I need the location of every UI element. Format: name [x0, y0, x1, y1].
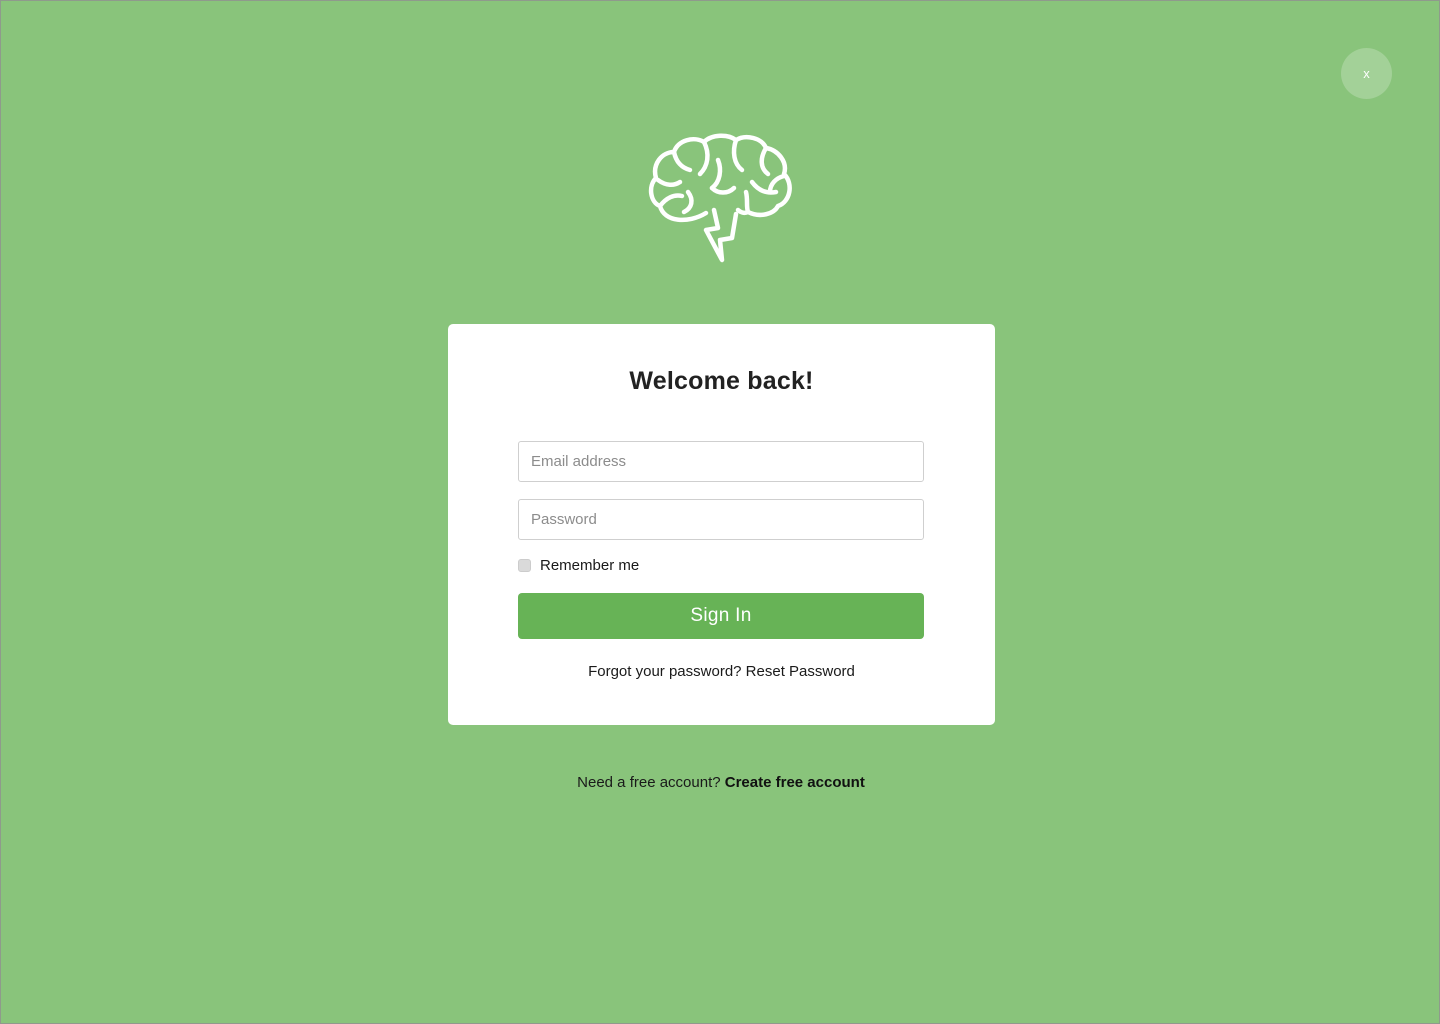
brain-lightning-icon [648, 130, 794, 264]
password-field[interactable] [518, 499, 924, 540]
remember-me-checkbox[interactable] [518, 558, 531, 572]
reset-password-link[interactable]: Reset Password [746, 663, 855, 680]
remember-me-label: Remember me [540, 556, 640, 574]
remember-me-toggle[interactable]: Remember me [518, 556, 639, 574]
forgot-password-row: Forgot your password? Reset Password [448, 663, 995, 680]
signup-prompt-text: Need a free account? [577, 774, 721, 791]
signup-prompt: Need a free account? Create free account [1, 774, 1440, 791]
create-account-link[interactable]: Create free account [725, 774, 865, 791]
email-field[interactable] [518, 441, 924, 482]
login-card: Welcome back! Remember me Sign In Forgot… [448, 324, 995, 725]
sign-in-button[interactable]: Sign In [518, 593, 924, 639]
close-button[interactable]: x [1341, 48, 1392, 99]
page-title: Welcome back! [629, 367, 814, 395]
forgot-password-text: Forgot your password? [588, 663, 742, 680]
